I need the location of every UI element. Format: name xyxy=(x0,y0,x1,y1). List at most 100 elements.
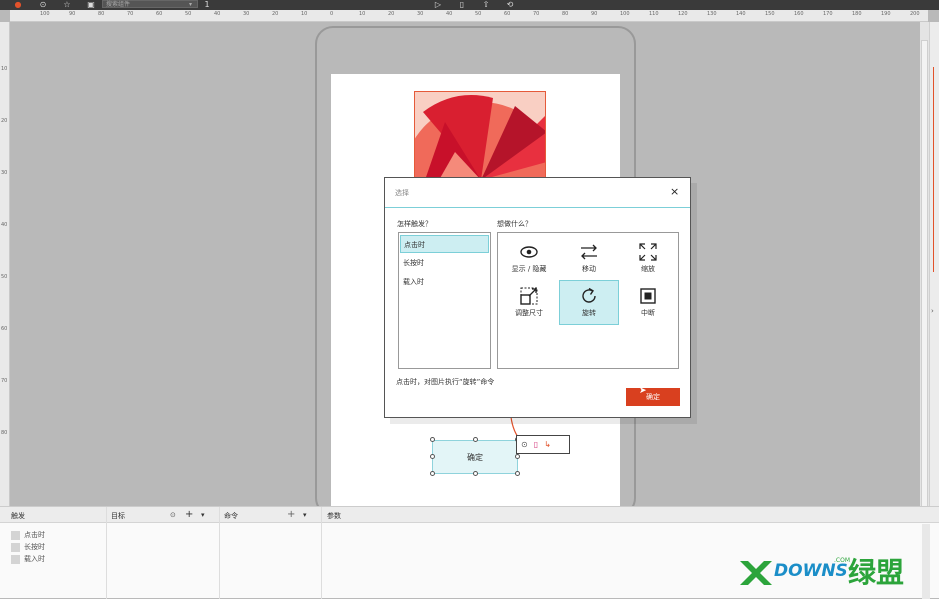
ruler-tick: 20 xyxy=(272,11,279,17)
ruler-tick: 170 xyxy=(823,11,833,17)
ruler-tick: 60 xyxy=(1,326,8,332)
action-rotate[interactable]: 旋转 xyxy=(559,280,619,325)
action-resize[interactable]: 调整尺寸 xyxy=(499,281,559,326)
command-dropdown-icon[interactable]: ▾ xyxy=(303,511,307,519)
resize-handle[interactable] xyxy=(430,437,435,442)
action-scale[interactable]: 缩放 xyxy=(618,237,678,282)
resize-handle[interactable] xyxy=(515,471,520,476)
upload-icon[interactable]: ⇧ xyxy=(481,0,491,9)
right-properties-panel[interactable]: › xyxy=(929,22,939,506)
ruler-tick: 120 xyxy=(678,11,688,17)
action-show-hide[interactable]: 显示 / 隐藏 xyxy=(499,237,559,282)
trigger-checkbox[interactable] xyxy=(11,530,20,540)
link-arrow-icon[interactable]: ↳ xyxy=(544,440,551,449)
ok-button[interactable]: 确定 xyxy=(626,388,680,406)
share-icon[interactable]: ⟲ xyxy=(505,0,515,9)
ruler-tick: 100 xyxy=(40,11,50,17)
ruler-tick: 20 xyxy=(1,118,8,124)
rotate-icon xyxy=(582,287,596,303)
ruler-tick: 110 xyxy=(649,11,659,17)
expand-icon xyxy=(639,243,657,261)
resize-handle[interactable] xyxy=(473,471,478,476)
ruler-tick: 10 xyxy=(301,11,308,17)
trigger-heading: 怎样触发？ xyxy=(397,220,432,228)
trigger-item-click[interactable]: 点击时 xyxy=(400,235,489,253)
pinwheel-icon xyxy=(415,95,545,178)
move-arrows-icon xyxy=(581,244,597,260)
trigger-row-longpress[interactable]: 长按时 xyxy=(11,542,45,552)
ruler-tick: 30 xyxy=(243,11,250,17)
ruler-tick: 50 xyxy=(1,274,8,280)
target-column: 目标 ⊙ + ▾ xyxy=(107,507,220,599)
ruler-tick: 70 xyxy=(127,11,134,17)
watermark-cn: 绿盟 xyxy=(848,556,905,589)
ruler-tick: 160 xyxy=(794,11,804,17)
eye-icon xyxy=(520,246,538,258)
ruler-tick: 70 xyxy=(533,11,540,17)
target-dropdown-icon[interactable]: ▾ xyxy=(201,511,205,519)
trigger-list: 点击时 长按时 载入时 xyxy=(398,232,491,369)
pinwheel-image[interactable] xyxy=(414,91,546,179)
ruler-tick: 60 xyxy=(504,11,511,17)
image-icon[interactable]: ▣ xyxy=(86,0,96,9)
trigger-row-load[interactable]: 载入时 xyxy=(11,554,45,564)
resize-handle[interactable] xyxy=(430,454,435,459)
trigger-column: 触发 点击时 长按时 载入时 xyxy=(0,507,107,599)
search-input[interactable]: 搜索组件 ▾ xyxy=(102,0,198,8)
selection-indicator xyxy=(933,67,934,272)
star-icon[interactable]: ☆ xyxy=(62,0,72,9)
action-label: 中断 xyxy=(641,309,655,317)
watermark-en: DOWNS xyxy=(774,561,848,581)
close-icon[interactable]: × xyxy=(670,185,679,198)
watermark-logo: DOWNS .COM 绿盟 xyxy=(738,551,934,593)
phone-icon[interactable]: ▯ xyxy=(457,0,467,9)
add-command-button[interactable]: + xyxy=(287,509,295,520)
ok-button-label: 确定 xyxy=(646,393,660,401)
ruler-tick: 50 xyxy=(185,11,192,17)
stop-icon xyxy=(640,288,656,304)
ruler-tick: 10 xyxy=(1,66,8,72)
ruler-tick: 140 xyxy=(736,11,746,17)
resize-handle[interactable] xyxy=(515,454,520,459)
trash-icon[interactable]: ▯ xyxy=(534,440,538,449)
action-interrupt[interactable]: 中断 xyxy=(618,281,678,326)
ruler-tick: 130 xyxy=(707,11,717,17)
trigger-checkbox[interactable] xyxy=(11,554,20,564)
ruler-tick: 90 xyxy=(69,11,76,17)
ruler-tick: 80 xyxy=(1,430,8,436)
dialog-header: 选择 × xyxy=(385,178,690,208)
add-target-button[interactable]: + xyxy=(185,509,193,520)
action-heading: 想做什么？ xyxy=(497,220,532,228)
element-mini-toolbar: ⊙ ▯ ↳ xyxy=(516,435,570,454)
trigger-item-load[interactable]: 载入时 xyxy=(400,273,489,291)
search-dropdown-icon[interactable]: ▾ xyxy=(189,1,192,8)
target-pick-icon[interactable]: ⊙ xyxy=(170,511,176,519)
settings-icon[interactable]: ⊙ xyxy=(38,0,48,9)
scrollbar-thumb[interactable] xyxy=(921,40,928,510)
target-column-header: 目标 xyxy=(111,512,125,520)
play-icon[interactable]: ▷ xyxy=(433,0,443,9)
x-logo-icon xyxy=(740,561,772,585)
trigger-checkbox[interactable] xyxy=(11,542,20,552)
search-extra[interactable]: 1 xyxy=(202,0,212,9)
top-toolbar: ● ⊙ ☆ ▣ 搜索组件 ▾ 1 ▷ ▯ ⇧ ⟲ xyxy=(0,0,939,10)
ruler-left: 10 20 30 40 50 60 70 80 xyxy=(0,22,10,506)
action-move[interactable]: 移动 xyxy=(559,237,619,282)
resize-handle[interactable] xyxy=(430,471,435,476)
ruler-tick: 150 xyxy=(765,11,775,17)
mouse-cursor-icon: ➤ xyxy=(639,386,647,396)
action-label: 移动 xyxy=(582,265,596,273)
resize-handle[interactable] xyxy=(473,437,478,442)
ruler-tick: 0 xyxy=(330,11,334,17)
target-icon[interactable]: ⊙ xyxy=(521,440,528,449)
vertical-scrollbar[interactable] xyxy=(920,22,929,510)
confirm-button-element[interactable]: 确定 xyxy=(432,440,518,474)
trigger-row-click[interactable]: 点击时 xyxy=(11,530,45,540)
dialog-title: 选择 xyxy=(395,189,409,197)
ruler-tick: 40 xyxy=(1,222,8,228)
trigger-item-longpress[interactable]: 长按时 xyxy=(400,254,489,272)
collapse-arrow-icon[interactable]: › xyxy=(931,307,934,315)
ruler-tick: 200 xyxy=(910,11,920,17)
action-label: 旋转 xyxy=(582,309,596,317)
ruler-tick: 30 xyxy=(417,11,424,17)
